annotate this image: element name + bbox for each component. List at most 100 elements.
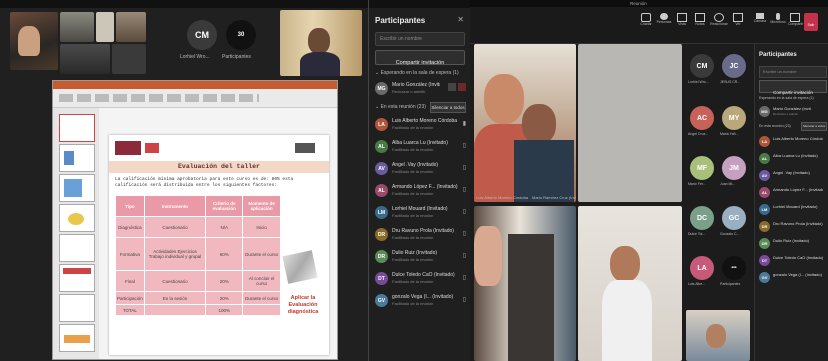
video-tile[interactable]	[60, 12, 94, 42]
video-tile[interactable]	[96, 12, 114, 42]
participant-row[interactable]: AV Angel .Vay (Invitado) Facilitado de la …	[369, 160, 470, 178]
avatar[interactable]: MF	[690, 156, 714, 180]
slide-thumbnail[interactable]	[59, 144, 95, 172]
video-tile[interactable]	[578, 206, 682, 361]
avatar-label: Mario Fer...	[688, 182, 706, 186]
slide-thumbnail[interactable]	[59, 174, 95, 202]
participant-row[interactable]: AL Armando López F... (Invitado) Facilitad…	[369, 182, 470, 200]
tile-label: Lorhiel Wro...	[180, 54, 210, 60]
avatar[interactable]: JC	[722, 54, 746, 78]
mute-all-button[interactable]: Silenciar a todos	[801, 122, 827, 131]
person-name: Lorhiel Mouard (Invitado)	[392, 206, 448, 212]
lobby-person[interactable]: MG Mario González (Invitado) Rechazar o …	[369, 80, 470, 98]
participant-row[interactable]: DR Dru Ravuno Prola (Invitado) Facilitado …	[369, 226, 470, 244]
slide-thumbnail[interactable]	[59, 114, 95, 142]
search-input[interactable]: Escribir un nombre	[759, 66, 827, 78]
table-cell: Durante el curso	[242, 291, 281, 305]
lobby-section[interactable]: Esperando en la sala de espera (1)	[759, 96, 827, 100]
avatar[interactable]: CM	[690, 54, 714, 78]
table-cell: En la sesión	[143, 291, 207, 305]
person-name: Armando López F... (Invitado)	[773, 187, 823, 192]
avatar[interactable]: DC	[690, 206, 714, 230]
video-tile[interactable]	[112, 44, 146, 74]
people-button[interactable]: Personas	[656, 13, 672, 24]
participant-row[interactable]: DT Dulce Toledo CaO (Invitado) Facilitado …	[369, 270, 470, 288]
table-cell	[242, 304, 281, 316]
participant-row[interactable]: LM Lorhiel Mouard (Invitado)	[755, 202, 828, 218]
person-name: Dru Ravuno Prola (Invitado)	[392, 228, 454, 234]
avatar-grid: CM Lorhiel Wro... JC JESUS CR... AC Ange…	[686, 44, 754, 361]
avatar[interactable]: CM	[187, 20, 217, 50]
mic-icon	[776, 13, 780, 20]
deny-icon[interactable]	[448, 83, 456, 91]
more-view-button[interactable]: Ver	[730, 13, 746, 26]
share-button[interactable]: Compartir	[788, 13, 803, 26]
slide-thumbnail[interactable]	[59, 204, 95, 232]
participant-row[interactable]: LA Luis Alberto Moreno Córdoba Facilitado …	[369, 116, 470, 134]
slide-thumbnail[interactable]	[59, 264, 95, 292]
video-tile[interactable]	[474, 206, 576, 361]
thumb-graphic	[64, 151, 74, 165]
person-name: Armando López F... (Invitado)	[392, 184, 458, 190]
avatar[interactable]: AC	[690, 106, 714, 130]
person-sub: Facilitado de la reunión	[392, 147, 434, 152]
table-cell: Inicio	[242, 216, 281, 238]
close-icon[interactable]: ✕	[457, 15, 464, 24]
share-invite-button[interactable]: Compartir invitación	[759, 80, 827, 95]
participant-row[interactable]: LA Luis Alberto Moreno Córdoba	[755, 134, 828, 150]
participant-row[interactable]: DR Dulio Ruiz (Invitado)	[755, 236, 828, 252]
mic-button[interactable]: Micrófono	[770, 13, 786, 24]
search-input[interactable]: Escribir un nombre	[375, 32, 465, 46]
person-figure	[610, 246, 640, 282]
avatar[interactable]: LA	[690, 256, 714, 280]
video-tile[interactable]	[10, 12, 58, 70]
share-invite-button[interactable]: Compartir invitación	[375, 50, 465, 66]
slide-thumbnail[interactable]	[59, 324, 95, 352]
avatar-more[interactable]: •••	[722, 256, 746, 280]
participant-row[interactable]: AV Angel .Vay (Invitado)	[755, 168, 828, 184]
video-tile[interactable]	[60, 44, 110, 74]
mic-off-icon: ▯	[462, 253, 466, 259]
view-button[interactable]: Vista	[674, 13, 690, 26]
avatar[interactable]: JM	[722, 156, 746, 180]
participant-row[interactable]: AL Armando López F... (Invitado)	[755, 185, 828, 201]
slide-thumbnail[interactable]	[59, 294, 95, 322]
participant-row[interactable]: GV gonzalo Vega (I... (Invitado)	[755, 270, 828, 286]
video-tile[interactable]	[578, 44, 682, 202]
mic-off-icon: ▯	[462, 231, 466, 237]
video-tile[interactable]	[116, 12, 146, 42]
participant-row[interactable]: DR Dulio Ruiz (Invitado) Facilitado de la …	[369, 248, 470, 266]
participant-row[interactable]: DT Dulce Toledo CaO (Invitado)	[755, 253, 828, 269]
participant-row[interactable]: AL Alba Luarca Lu (Invitado) Facilitado de…	[369, 138, 470, 156]
notes-button[interactable]: Notas	[692, 13, 708, 26]
lobby-section[interactable]: ⌄ Esperando en la sala de espera (1)	[375, 70, 465, 76]
video-tile-speaker[interactable]: Luis Alberto Moreno Córdoba Mario Ramíre…	[474, 44, 576, 202]
avatar[interactable]: GC	[722, 206, 746, 230]
video-tile-speaker[interactable]	[280, 10, 362, 76]
participant-row[interactable]: GV gonzalo Vega (I... (Invitado) Facilitad…	[369, 292, 470, 310]
mute-all-button[interactable]: Silenciar a todos	[430, 102, 466, 113]
participant-row[interactable]: DR Dru Ravuno Prola (Invitado)	[755, 219, 828, 235]
toolbar-label: Cámara	[753, 19, 767, 23]
camera-button[interactable]: Cámara	[752, 13, 768, 23]
person-name: Angel .Vay (Invitado)	[773, 170, 810, 175]
table-cell	[143, 304, 207, 316]
chat-button[interactable]: Charlar	[638, 13, 654, 26]
avatar[interactable]: MY	[722, 106, 746, 130]
participant-row[interactable]: LM Lorhiel Mouard (Invitado) Facilitado de…	[369, 204, 470, 222]
avatar: LA	[375, 118, 388, 131]
slide-thumbnail[interactable]	[59, 234, 95, 262]
leave-button[interactable]: Salir	[804, 13, 818, 31]
lobby-person[interactable]: MG Mario González (Invitado) Rechazar o …	[755, 104, 828, 120]
person-figure	[300, 52, 340, 76]
person-sub: Facilitado de la reunión	[392, 213, 434, 218]
meeting-section[interactable]: ⌄ En esta reunión (23)	[375, 104, 431, 110]
self-video[interactable]	[686, 310, 750, 361]
table-cell: Final	[115, 270, 145, 292]
meeting-section[interactable]: En esta reunión (23)	[759, 124, 797, 128]
avatar[interactable]: 30	[226, 20, 256, 50]
react-button[interactable]: Reaccionar	[710, 13, 728, 26]
people-icon	[660, 13, 668, 20]
participant-row[interactable]: AL Alba Luarca Lu (Invitado)	[755, 151, 828, 167]
admit-icon[interactable]	[458, 83, 466, 91]
